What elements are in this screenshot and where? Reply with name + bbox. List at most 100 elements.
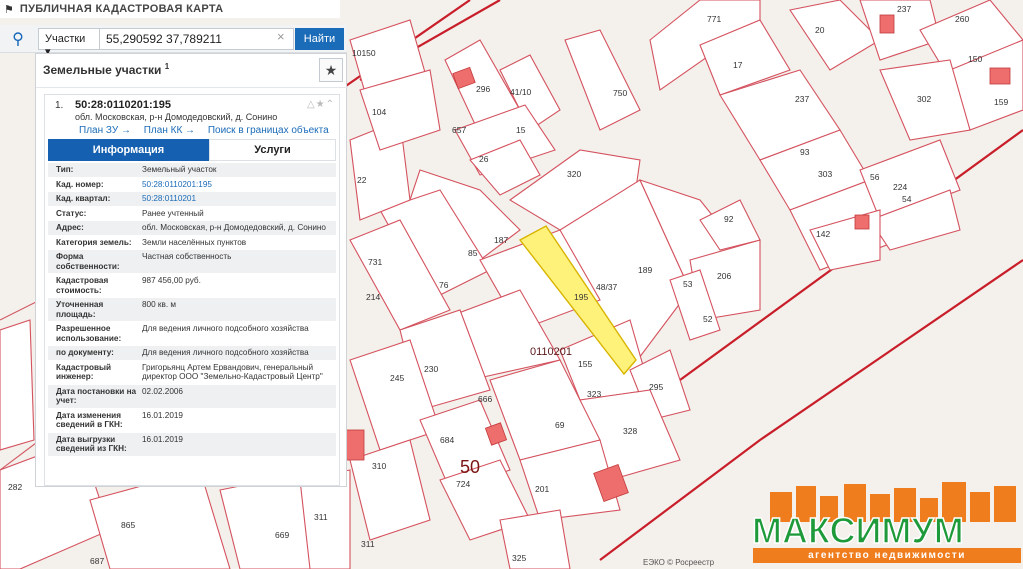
property-row: Разрешенное использование: Для ведения ли… — [48, 322, 336, 346]
tab-services[interactable]: Услуги — [209, 139, 336, 161]
app-title: ПУБЛИЧНАЯ КАДАСТРОВАЯ КАРТА — [19, 3, 224, 15]
parcel-label: 684 — [440, 435, 454, 445]
property-row: Дата постановки на учет: 02.02.2006 — [48, 384, 336, 409]
property-value[interactable]: 50:28:0110201:195 — [142, 178, 336, 192]
property-value: 16.01.2019 — [142, 434, 183, 444]
parcel-label: 201 — [535, 484, 549, 494]
property-row: Уточненная площадь: 800 кв. м — [48, 298, 336, 322]
collapse-icon[interactable]: ⌃ — [326, 99, 335, 110]
parcel-label: 52 — [703, 314, 713, 324]
parcel-label: 311 — [361, 539, 375, 549]
property-row: Адрес: обл. Московская, р-н Домодедовский… — [48, 221, 336, 236]
property-value[interactable]: 50:28:0110201 — [142, 192, 336, 206]
parcel-label: 771 — [707, 14, 721, 24]
property-value: 987 456,00 руб. — [142, 276, 201, 285]
property-value: Ранее учтенный — [142, 208, 204, 218]
agency-logo: МАКСИМУМ агентство недвижимости — [750, 482, 1021, 567]
warning-icon[interactable]: △ — [307, 99, 316, 110]
parcel-label: 15 — [516, 125, 526, 135]
property-row: Кад. квартал: 50:28:0110201 — [48, 192, 336, 207]
logo-subtitle: агентство недвижимости — [753, 548, 1021, 563]
result-count: 1 — [164, 62, 170, 71]
property-value: Земли населённых пунктов — [142, 237, 247, 247]
parcel-label: 54 — [902, 194, 912, 204]
star-outline-icon[interactable]: ★ — [316, 99, 326, 110]
parcel-label: 666 — [478, 394, 492, 404]
search-type-select[interactable]: Участки ▾ — [38, 28, 100, 58]
parcel-label: 237 — [795, 94, 809, 104]
parcel-label: 76 — [439, 280, 449, 290]
card-cadastral-number: 50:28:0110201:195 — [75, 99, 172, 111]
parcel-label: 669 — [275, 530, 289, 540]
property-key: Разрешенное использование: — [56, 324, 122, 343]
property-key: Кад. номер: — [56, 179, 104, 189]
property-row: Дата выгрузки сведений из ГКН: 16.01.2019 — [48, 432, 336, 457]
property-row: Форма собственности: Частная собственност… — [48, 250, 336, 274]
parcel-label: 245 — [390, 373, 404, 383]
property-row: Кад. номер: 50:28:0110201:195 — [48, 177, 336, 192]
parcel-label: 302 — [917, 94, 931, 104]
map-logo-icon: ⚑ — [4, 3, 14, 16]
property-row: Кадастровая стоимость: 987 456,00 руб. — [48, 274, 336, 298]
parcel-label: 214 — [366, 292, 380, 302]
parcel-card: 1. 50:28:0110201:195 △★⌃ обл. Московская… — [44, 94, 340, 486]
property-value: Для ведения личного подсобного хозяйства — [142, 348, 309, 357]
property-value: Земельный участок — [142, 165, 217, 174]
parcel-label: 56 — [870, 172, 880, 182]
property-key: Кадастровая стоимость: — [56, 276, 109, 295]
parcel-label: 320 — [567, 169, 581, 179]
panel-header: Земельные участки 1 ★ — [36, 54, 348, 88]
panel-title-text: Земельные участки — [43, 63, 162, 77]
parcel-label: 296 — [476, 84, 490, 94]
results-panel: Земельные участки 1 ★ 1. 50:28:0110201:1… — [35, 53, 348, 487]
app-title-bar: ⚑ ПУБЛИЧНАЯ КАДАСТРОВАЯ КАРТА — [0, 0, 340, 18]
parcel-label: 237 — [897, 4, 911, 14]
property-value: Частная собственность — [142, 252, 232, 261]
clear-icon[interactable]: × — [277, 29, 285, 44]
property-key: Уточненная площадь: — [56, 300, 104, 319]
parcel-label: 85 — [468, 248, 478, 258]
parcel-label: 92 — [724, 214, 734, 224]
card-tabs: Информация Услуги — [48, 139, 336, 161]
link-plan-zu[interactable]: План ЗУ → — [79, 125, 131, 136]
region-label: 50 — [460, 457, 480, 477]
parcel-label: 230 — [424, 364, 438, 374]
parcel-label: 159 — [994, 97, 1008, 107]
property-key: Адрес: — [56, 223, 84, 232]
search-icon[interactable]: ⚲ — [5, 27, 31, 51]
property-key: по документу: — [56, 348, 114, 357]
property-row: Кадастровый инженер: Григорьянц Артем Ерв… — [48, 360, 336, 385]
property-key: Статус: — [56, 208, 87, 218]
search-input[interactable]: 55,290592 37,789211 — [100, 28, 294, 50]
parcel-label: 22 — [357, 175, 367, 185]
card-address: обл. Московская, р-н Домодедовский, д. С… — [75, 112, 278, 122]
card-action-icons[interactable]: △★⌃ — [307, 99, 335, 110]
parcel-label: 10150 — [352, 48, 376, 58]
card-index: 1. — [55, 100, 64, 111]
property-key: Дата изменения сведений в ГКН: — [56, 410, 123, 430]
find-button[interactable]: Найти — [295, 28, 344, 50]
parcel-label: 328 — [623, 426, 637, 436]
parcel-label: 189 — [638, 265, 652, 275]
parcel-label: 687 — [90, 556, 104, 566]
parcel-label: 53 — [683, 279, 693, 289]
property-value: Для ведения личного подсобного хозяйства — [142, 324, 309, 333]
parcel-label: 20 — [815, 25, 825, 35]
parcel-label: 750 — [613, 88, 627, 98]
property-row: Категория земель: Земли населённых пункто… — [48, 235, 336, 250]
parcel-label: 657 — [452, 125, 466, 135]
logo-wordmark: МАКСИМУМ — [751, 509, 964, 552]
quarter-label: 0110201 — [530, 346, 572, 358]
parcel-label: 104 — [372, 107, 386, 117]
parcel-label: 311 — [314, 512, 328, 522]
property-key: Категория земель: — [56, 237, 132, 247]
property-value: 800 кв. м — [142, 300, 177, 309]
property-value: Григорьянц Артем Ервандович, генеральный… — [142, 362, 323, 382]
tab-info[interactable]: Информация — [48, 139, 209, 161]
property-value: 02.02.2006 — [142, 386, 183, 396]
favorites-button[interactable]: ★ — [319, 58, 343, 82]
property-key: Дата выгрузки сведений из ГКН: — [56, 434, 127, 454]
property-row: Статус: Ранее учтенный — [48, 206, 336, 221]
link-plan-kk[interactable]: План КК → — [144, 125, 195, 136]
parcel-label: 724 — [456, 479, 470, 489]
